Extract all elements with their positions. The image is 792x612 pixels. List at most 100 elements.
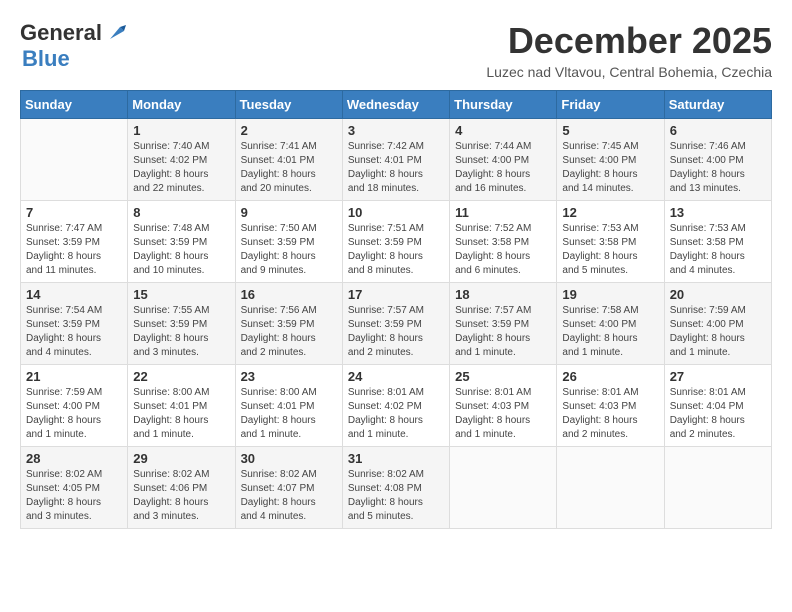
calendar-cell: 1 Sunrise: 7:40 AM Sunset: 4:02 PM Daylig… bbox=[128, 119, 235, 201]
day-number: 16 bbox=[241, 287, 337, 302]
calendar-cell: 27 Sunrise: 8:01 AM Sunset: 4:04 PM Dayli… bbox=[664, 365, 771, 447]
header-row: Sunday Monday Tuesday Wednesday Thursday… bbox=[21, 91, 772, 119]
calendar-table: Sunday Monday Tuesday Wednesday Thursday… bbox=[20, 90, 772, 529]
calendar-cell: 4 Sunrise: 7:44 AM Sunset: 4:00 PM Daylig… bbox=[450, 119, 557, 201]
day-info: Sunrise: 7:45 AM Sunset: 4:00 PM Dayligh… bbox=[562, 140, 658, 196]
day-number: 30 bbox=[241, 451, 337, 466]
day-number: 10 bbox=[348, 205, 444, 220]
day-info: Sunrise: 7:55 AM Sunset: 3:59 PM Dayligh… bbox=[133, 304, 229, 360]
calendar-cell: 3 Sunrise: 7:42 AM Sunset: 4:01 PM Daylig… bbox=[342, 119, 449, 201]
day-info: Sunrise: 8:02 AM Sunset: 4:08 PM Dayligh… bbox=[348, 468, 444, 524]
day-number: 1 bbox=[133, 123, 229, 138]
day-info: Sunrise: 8:01 AM Sunset: 4:03 PM Dayligh… bbox=[455, 386, 551, 442]
day-info: Sunrise: 7:53 AM Sunset: 3:58 PM Dayligh… bbox=[670, 222, 766, 278]
header-wednesday: Wednesday bbox=[342, 91, 449, 119]
day-info: Sunrise: 8:00 AM Sunset: 4:01 PM Dayligh… bbox=[133, 386, 229, 442]
day-number: 22 bbox=[133, 369, 229, 384]
day-number: 29 bbox=[133, 451, 229, 466]
day-number: 19 bbox=[562, 287, 658, 302]
calendar-cell: 13 Sunrise: 7:53 AM Sunset: 3:58 PM Dayli… bbox=[664, 201, 771, 283]
calendar-cell: 8Sunrise: 7:48 AM Sunset: 3:59 PM Daylig… bbox=[128, 201, 235, 283]
day-number: 17 bbox=[348, 287, 444, 302]
calendar-cell: 17 Sunrise: 7:57 AM Sunset: 3:59 PM Dayli… bbox=[342, 283, 449, 365]
day-info: Sunrise: 8:02 AM Sunset: 4:05 PM Dayligh… bbox=[26, 468, 122, 524]
calendar-cell: 12Sunrise: 7:53 AM Sunset: 3:58 PM Dayli… bbox=[557, 201, 664, 283]
day-number: 20 bbox=[670, 287, 766, 302]
calendar-cell: 31Sunrise: 8:02 AM Sunset: 4:08 PM Dayli… bbox=[342, 447, 449, 529]
calendar-week-1: 7Sunrise: 7:47 AM Sunset: 3:59 PM Daylig… bbox=[21, 201, 772, 283]
calendar-cell: 21Sunrise: 7:59 AM Sunset: 4:00 PM Dayli… bbox=[21, 365, 128, 447]
header-saturday: Saturday bbox=[664, 91, 771, 119]
calendar-cell: 28Sunrise: 8:02 AM Sunset: 4:05 PM Dayli… bbox=[21, 447, 128, 529]
day-number: 2 bbox=[241, 123, 337, 138]
header-friday: Friday bbox=[557, 91, 664, 119]
calendar-cell: 24Sunrise: 8:01 AM Sunset: 4:02 PM Dayli… bbox=[342, 365, 449, 447]
calendar-cell: 23Sunrise: 8:00 AM Sunset: 4:01 PM Dayli… bbox=[235, 365, 342, 447]
calendar-week-3: 21Sunrise: 7:59 AM Sunset: 4:00 PM Dayli… bbox=[21, 365, 772, 447]
day-info: Sunrise: 7:42 AM Sunset: 4:01 PM Dayligh… bbox=[348, 140, 444, 196]
day-info: Sunrise: 8:02 AM Sunset: 4:06 PM Dayligh… bbox=[133, 468, 229, 524]
day-info: Sunrise: 7:52 AM Sunset: 3:58 PM Dayligh… bbox=[455, 222, 551, 278]
day-info: Sunrise: 7:57 AM Sunset: 3:59 PM Dayligh… bbox=[455, 304, 551, 360]
day-info: Sunrise: 7:44 AM Sunset: 4:00 PM Dayligh… bbox=[455, 140, 551, 196]
title-area: December 2025 Luzec nad Vltavou, Central… bbox=[486, 20, 772, 80]
header-thursday: Thursday bbox=[450, 91, 557, 119]
day-number: 9 bbox=[241, 205, 337, 220]
day-number: 27 bbox=[670, 369, 766, 384]
header-monday: Monday bbox=[128, 91, 235, 119]
day-number: 14 bbox=[26, 287, 122, 302]
calendar-cell: 18 Sunrise: 7:57 AM Sunset: 3:59 PM Dayli… bbox=[450, 283, 557, 365]
calendar-cell bbox=[664, 447, 771, 529]
day-number: 12 bbox=[562, 205, 658, 220]
day-info: Sunrise: 7:59 AM Sunset: 4:00 PM Dayligh… bbox=[670, 304, 766, 360]
day-info: Sunrise: 7:51 AM Sunset: 3:59 PM Dayligh… bbox=[348, 222, 444, 278]
calendar-header: Sunday Monday Tuesday Wednesday Thursday… bbox=[21, 91, 772, 119]
calendar-cell: 10 Sunrise: 7:51 AM Sunset: 3:59 PM Dayli… bbox=[342, 201, 449, 283]
calendar-cell bbox=[21, 119, 128, 201]
calendar-cell bbox=[557, 447, 664, 529]
logo-icon bbox=[106, 21, 128, 43]
logo: General Blue bbox=[20, 20, 128, 72]
day-info: Sunrise: 8:00 AM Sunset: 4:01 PM Dayligh… bbox=[241, 386, 337, 442]
day-info: Sunrise: 7:57 AM Sunset: 3:59 PM Dayligh… bbox=[348, 304, 444, 360]
day-info: Sunrise: 7:54 AM Sunset: 3:59 PM Dayligh… bbox=[26, 304, 122, 360]
day-info: Sunrise: 7:41 AM Sunset: 4:01 PM Dayligh… bbox=[241, 140, 337, 196]
day-info: Sunrise: 8:02 AM Sunset: 4:07 PM Dayligh… bbox=[241, 468, 337, 524]
day-number: 21 bbox=[26, 369, 122, 384]
calendar-cell: 19Sunrise: 7:58 AM Sunset: 4:00 PM Dayli… bbox=[557, 283, 664, 365]
header-sunday: Sunday bbox=[21, 91, 128, 119]
day-number: 18 bbox=[455, 287, 551, 302]
logo-general: General bbox=[20, 20, 102, 46]
day-info: Sunrise: 7:48 AM Sunset: 3:59 PM Dayligh… bbox=[133, 222, 229, 278]
day-number: 7 bbox=[26, 205, 122, 220]
day-info: Sunrise: 7:40 AM Sunset: 4:02 PM Dayligh… bbox=[133, 140, 229, 196]
day-info: Sunrise: 8:01 AM Sunset: 4:04 PM Dayligh… bbox=[670, 386, 766, 442]
day-info: Sunrise: 7:46 AM Sunset: 4:00 PM Dayligh… bbox=[670, 140, 766, 196]
calendar-cell: 7Sunrise: 7:47 AM Sunset: 3:59 PM Daylig… bbox=[21, 201, 128, 283]
day-number: 4 bbox=[455, 123, 551, 138]
day-number: 3 bbox=[348, 123, 444, 138]
calendar-week-2: 14 Sunrise: 7:54 AM Sunset: 3:59 PM Dayli… bbox=[21, 283, 772, 365]
calendar-cell: 2 Sunrise: 7:41 AM Sunset: 4:01 PM Daylig… bbox=[235, 119, 342, 201]
calendar-cell: 9Sunrise: 7:50 AM Sunset: 3:59 PM Daylig… bbox=[235, 201, 342, 283]
calendar-week-0: 1 Sunrise: 7:40 AM Sunset: 4:02 PM Daylig… bbox=[21, 119, 772, 201]
header-tuesday: Tuesday bbox=[235, 91, 342, 119]
calendar-cell: 30 Sunrise: 8:02 AM Sunset: 4:07 PM Dayli… bbox=[235, 447, 342, 529]
calendar-cell: 11 Sunrise: 7:52 AM Sunset: 3:58 PM Dayli… bbox=[450, 201, 557, 283]
day-number: 24 bbox=[348, 369, 444, 384]
day-number: 26 bbox=[562, 369, 658, 384]
logo-blue: Blue bbox=[22, 46, 70, 71]
page-header: General Blue December 2025 Luzec nad Vlt… bbox=[20, 20, 772, 80]
day-number: 13 bbox=[670, 205, 766, 220]
calendar-cell: 15 Sunrise: 7:55 AM Sunset: 3:59 PM Dayli… bbox=[128, 283, 235, 365]
day-number: 6 bbox=[670, 123, 766, 138]
calendar-cell: 22 Sunrise: 8:00 AM Sunset: 4:01 PM Dayli… bbox=[128, 365, 235, 447]
calendar-cell: 14 Sunrise: 7:54 AM Sunset: 3:59 PM Dayli… bbox=[21, 283, 128, 365]
day-number: 15 bbox=[133, 287, 229, 302]
calendar-cell: 25Sunrise: 8:01 AM Sunset: 4:03 PM Dayli… bbox=[450, 365, 557, 447]
day-info: Sunrise: 7:56 AM Sunset: 3:59 PM Dayligh… bbox=[241, 304, 337, 360]
day-number: 11 bbox=[455, 205, 551, 220]
day-info: Sunrise: 8:01 AM Sunset: 4:03 PM Dayligh… bbox=[562, 386, 658, 442]
calendar-cell: 20 Sunrise: 7:59 AM Sunset: 4:00 PM Dayli… bbox=[664, 283, 771, 365]
location: Luzec nad Vltavou, Central Bohemia, Czec… bbox=[486, 64, 772, 80]
